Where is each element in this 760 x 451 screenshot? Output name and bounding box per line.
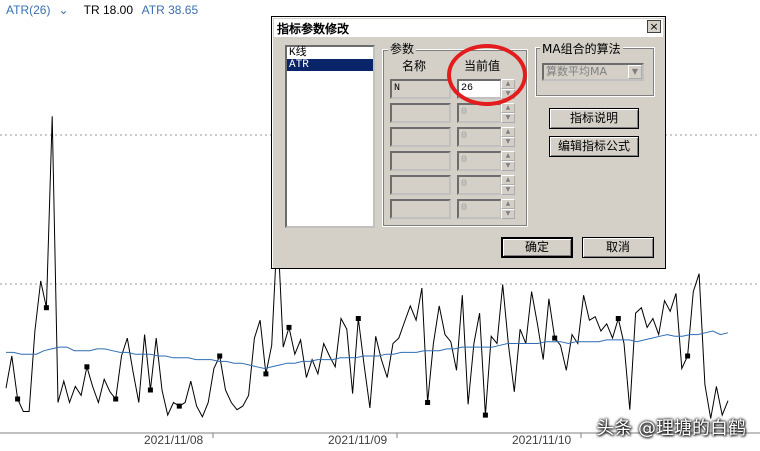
edit-formula-button[interactable]: 编辑指标公式 <box>549 136 639 157</box>
tr-marker <box>615 316 621 321</box>
spin-up-icon[interactable]: ▲ <box>501 127 515 137</box>
cancel-button[interactable]: 取消 <box>582 237 654 258</box>
spin-down-icon[interactable]: ▼ <box>501 161 515 171</box>
spin-up-icon[interactable]: ▲ <box>501 199 515 209</box>
chevron-down-icon: ⌄ <box>58 3 69 17</box>
param-name-field <box>390 175 451 195</box>
indicator-header: ATR(26) ⌄ TR 18.00 ATR 38.65 <box>6 3 204 17</box>
param-spinner[interactable]: ▲ ▼ <box>501 175 515 195</box>
params-group-label: 参数 <box>388 40 417 57</box>
param-name-field <box>390 103 451 123</box>
param-name-field <box>390 151 451 171</box>
spin-up-icon[interactable]: ▲ <box>501 151 515 161</box>
close-icon: × <box>649 20 659 33</box>
spin-down-icon[interactable]: ▼ <box>501 113 515 123</box>
tr-marker <box>147 387 153 393</box>
param-spinner[interactable]: ▲ ▼ <box>501 199 515 219</box>
atr-series-line <box>6 330 729 370</box>
tr-marker <box>217 353 223 359</box>
indicator-name: ATR(26) <box>6 3 51 17</box>
tr-marker <box>482 412 488 418</box>
param-value-input[interactable]: 0 <box>457 151 502 171</box>
param-value-input[interactable]: 0 <box>457 103 502 123</box>
spin-down-icon[interactable]: ▼ <box>501 185 515 195</box>
param-spinner[interactable]: ▲ ▼ <box>501 151 515 171</box>
param-name-field <box>390 199 451 219</box>
indicator-list[interactable]: K线 ATR <box>285 45 375 228</box>
name-column-header: 名称 <box>402 59 427 73</box>
tr-marker <box>425 400 431 405</box>
ma-group-label: MA组合的算法 <box>540 40 623 57</box>
tr-marker <box>113 396 119 402</box>
tr-marker <box>176 403 182 409</box>
param-name-field <box>390 127 451 147</box>
ok-button[interactable]: 确定 <box>501 237 573 258</box>
x-tick-label: 2021/11/08 <box>144 433 204 447</box>
watermark-text: 头条 @理塘的白鹤 <box>596 418 746 439</box>
tr-marker <box>552 335 558 341</box>
indicator-selector[interactable]: ATR(26) ⌄ <box>6 3 75 17</box>
dialog-titlebar[interactable]: 指标参数修改 × <box>274 19 663 37</box>
spin-up-icon[interactable]: ▲ <box>501 103 515 113</box>
x-tick-label: 2021/11/09 <box>328 433 388 447</box>
close-button[interactable]: × <box>647 20 661 33</box>
x-tick-label: 2021/11/10 <box>512 433 572 447</box>
tr-marker <box>355 316 361 321</box>
tr-marker <box>84 364 90 370</box>
tr-marker <box>286 324 292 330</box>
chevron-down-icon[interactable]: ▼ <box>628 65 642 79</box>
tr-value-label: TR 18.00 <box>83 3 133 17</box>
param-spinner[interactable]: ▲ ▼ <box>501 103 515 123</box>
atr-value-label: ATR 38.65 <box>141 3 199 17</box>
dialog-title: 指标参数修改 <box>277 22 350 36</box>
list-item-kline[interactable]: K线 <box>287 47 373 59</box>
spin-down-icon[interactable]: ▼ <box>501 137 515 147</box>
tr-marker <box>263 371 269 377</box>
param-spinner[interactable]: ▲ ▼ <box>501 127 515 147</box>
list-item-atr[interactable]: ATR <box>287 59 373 71</box>
param-name-field: N <box>390 79 451 99</box>
ma-algorithm-value: 算数平均MA <box>546 65 608 78</box>
param-value-input[interactable]: 0 <box>457 175 502 195</box>
spin-up-icon[interactable]: ▲ <box>501 175 515 185</box>
spin-down-icon[interactable]: ▼ <box>501 209 515 219</box>
ma-algorithm-select[interactable]: 算数平均MA ▼ <box>542 63 644 81</box>
indicator-explain-button[interactable]: 指标说明 <box>549 108 639 129</box>
tr-marker <box>685 353 691 359</box>
tr-marker <box>43 305 49 311</box>
param-value-input[interactable]: 0 <box>457 199 502 219</box>
highlight-circle <box>447 44 527 106</box>
tr-marker <box>15 396 21 402</box>
param-value-input[interactable]: 0 <box>457 127 502 147</box>
